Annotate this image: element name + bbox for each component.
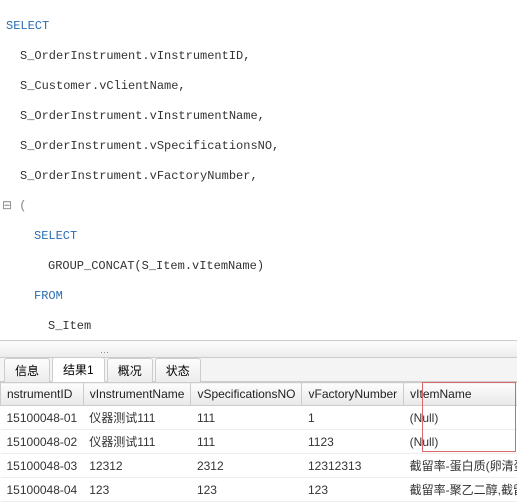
cell-spec[interactable]: 123 (191, 478, 302, 502)
col-instrumentid[interactable]: nstrumentID (1, 383, 84, 406)
results-grid[interactable]: nstrumentID vInstrumentName vSpecificati… (0, 382, 517, 502)
cell-factory[interactable]: 12312313 (302, 454, 404, 478)
tab-result1[interactable]: 结果1 (52, 357, 105, 382)
cell-spec[interactable]: 111 (191, 430, 302, 454)
cell-spec[interactable]: 2312 (191, 454, 302, 478)
cell-factory[interactable]: 123 (302, 478, 404, 502)
col-vinstrumentname[interactable]: vInstrumentName (83, 383, 191, 406)
tab-profile[interactable]: 概况 (107, 358, 153, 382)
pane-splitter[interactable]: ⋯ (0, 340, 517, 358)
cell-name[interactable]: 12312 (83, 454, 191, 478)
tab-status[interactable]: 状态 (155, 358, 201, 382)
table-row[interactable]: 15100048-03 12312 2312 12312313 截留率-蛋白质(… (1, 454, 517, 478)
col-vfactorynumber[interactable]: vFactoryNumber (302, 383, 404, 406)
table-row[interactable]: 15100048-01 仪器测试111 111 1 (Null) (1, 406, 517, 430)
col-vspecificationsno[interactable]: vSpecificationsNO (191, 383, 302, 406)
cell-itemname[interactable]: (Null) (404, 430, 517, 454)
cell-name[interactable]: 仪器测试111 (83, 406, 191, 430)
table-row[interactable]: 15100048-02 仪器测试111 111 1123 (Null) (1, 430, 517, 454)
cell-spec[interactable]: 111 (191, 406, 302, 430)
results-tabs: 信息 结果1 概况 状态 (0, 358, 517, 382)
cell-id[interactable]: 15100048-02 (1, 430, 84, 454)
cell-id[interactable]: 15100048-01 (1, 406, 84, 430)
cell-id[interactable]: 15100048-04 (1, 478, 84, 502)
cell-itemname[interactable]: 截留率-蛋白质(卵清蛋白), (404, 454, 517, 478)
cell-name[interactable]: 123 (83, 478, 191, 502)
cell-itemname[interactable]: (Null) (404, 406, 517, 430)
cell-id[interactable]: 15100048-03 (1, 454, 84, 478)
kw-select: SELECT (6, 19, 49, 33)
tab-info[interactable]: 信息 (4, 358, 50, 382)
col-vitemname[interactable]: vItemName (404, 383, 517, 406)
cell-itemname[interactable]: 截留率-聚乙二醇,截留率- (404, 478, 517, 502)
table-row[interactable]: 15100048-04 123 123 123 截留率-聚乙二醇,截留率- (1, 478, 517, 502)
cell-factory[interactable]: 1 (302, 406, 404, 430)
cell-name[interactable]: 仪器测试111 (83, 430, 191, 454)
cell-factory[interactable]: 1123 (302, 430, 404, 454)
header-row: nstrumentID vInstrumentName vSpecificati… (1, 383, 517, 406)
sql-editor[interactable]: SELECT S_OrderInstrument.vInstrumentID, … (0, 0, 517, 340)
